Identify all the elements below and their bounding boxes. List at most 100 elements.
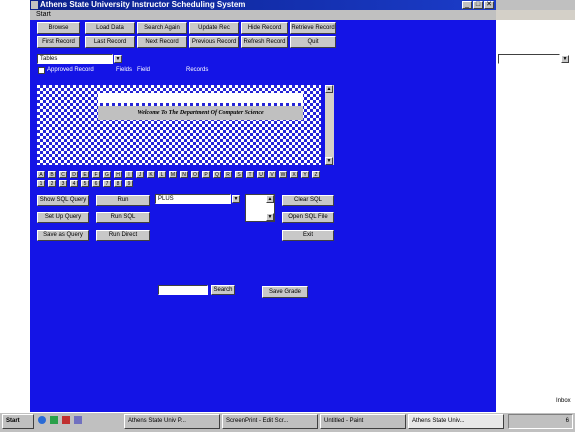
letter-button-l[interactable]: L xyxy=(158,171,166,178)
records-label: Records xyxy=(186,67,209,73)
menu-bar: Start xyxy=(30,10,496,20)
number-row: 123456789 xyxy=(37,180,337,188)
banner-welcome-text: Welcome To The Department Of Computer Sc… xyxy=(98,106,303,120)
letter-button-9[interactable]: 9 xyxy=(125,180,133,187)
next-record-button[interactable]: Next Record xyxy=(137,36,187,48)
browse-button[interactable]: Browse xyxy=(37,22,80,34)
approved-checkbox[interactable] xyxy=(38,67,45,74)
minimize-icon[interactable]: _ xyxy=(462,1,472,9)
set-up-query-button[interactable]: Set Up Query xyxy=(37,212,89,223)
fields-label: Fields xyxy=(116,67,133,73)
banner-scrollbar[interactable]: ▲ ▼ xyxy=(325,85,334,165)
letter-button-y[interactable]: Y xyxy=(301,171,309,178)
clear-sql-button[interactable]: Clear SQL xyxy=(282,195,334,206)
letter-button-6[interactable]: 6 xyxy=(92,180,100,187)
letter-button-d[interactable]: D xyxy=(70,171,78,178)
chevron-down-icon[interactable]: ▼ xyxy=(561,55,569,63)
letter-button-e[interactable]: E xyxy=(81,171,89,178)
maximize-icon[interactable]: □ xyxy=(473,1,483,9)
letter-button-x[interactable]: X xyxy=(290,171,298,178)
letter-button-o[interactable]: O xyxy=(191,171,199,178)
save-as-query-button[interactable]: Save as Query xyxy=(37,230,89,241)
letter-button-t[interactable]: T xyxy=(246,171,254,178)
refresh-record-button[interactable]: Refresh Record xyxy=(241,36,288,48)
retrieve-record-button[interactable]: Retrieve Record xyxy=(290,22,336,34)
background-address-field[interactable] xyxy=(498,54,560,64)
letter-button-5[interactable]: 5 xyxy=(81,180,89,187)
scroll-up-icon[interactable]: ▲ xyxy=(325,85,333,93)
scroll-down-icon[interactable]: ▼ xyxy=(325,157,333,165)
letter-button-k[interactable]: K xyxy=(147,171,155,178)
letter-button-1[interactable]: 1 xyxy=(37,180,45,187)
background-window: ▼ Inbox xyxy=(496,0,575,412)
quick-launch-icon[interactable] xyxy=(38,416,46,424)
letter-button-3[interactable]: 3 xyxy=(59,180,67,187)
letter-button-8[interactable]: 8 xyxy=(114,180,122,187)
run-sql-button[interactable]: Run SQL xyxy=(96,212,150,223)
fields-value: Field xyxy=(137,67,151,73)
letter-button-b[interactable]: B xyxy=(48,171,56,178)
scroll-up-icon[interactable]: ▲ xyxy=(266,195,274,203)
open-sql-file-button[interactable]: Open SQL File xyxy=(282,212,334,223)
right-panel-item[interactable]: Inbox xyxy=(556,398,574,410)
letter-button-4[interactable]: 4 xyxy=(70,180,78,187)
search-again-button[interactable]: Search Again xyxy=(137,22,187,34)
letter-button-z[interactable]: Z xyxy=(312,171,320,178)
hide-record-button[interactable]: Hide Record xyxy=(241,22,288,34)
quick-launch-icon[interactable] xyxy=(74,416,82,424)
first-record-button[interactable]: First Record xyxy=(37,36,80,48)
taskbar-item[interactable]: ScreenPrint - Edit Scr... xyxy=(222,414,318,429)
taskbar-item[interactable]: Untitled - Paint xyxy=(320,414,406,429)
load-data-button[interactable]: Load Data xyxy=(85,22,135,34)
letter-button-u[interactable]: U xyxy=(257,171,265,178)
taskbar-item[interactable]: Athens State Univ P... xyxy=(124,414,220,429)
quick-launch-icon[interactable] xyxy=(62,416,70,424)
letter-button-p[interactable]: P xyxy=(202,171,210,178)
letter-button-s[interactable]: S xyxy=(235,171,243,178)
scroll-down-icon[interactable]: ▼ xyxy=(266,213,274,221)
table-select[interactable]: Tables xyxy=(37,54,113,64)
letter-button-f[interactable]: F xyxy=(92,171,100,178)
app-icon xyxy=(31,1,38,9)
chevron-down-icon[interactable]: ▼ xyxy=(114,55,122,63)
run-button[interactable]: Run xyxy=(96,195,150,206)
taskbar-item-active[interactable]: Athens State Univ... xyxy=(408,414,504,429)
show-sql-query-button[interactable]: Show SQL Query xyxy=(37,195,89,206)
banner-strip xyxy=(98,93,303,103)
letter-button-a[interactable]: A xyxy=(37,171,45,178)
quit-button[interactable]: Quit xyxy=(290,36,336,48)
exit-button[interactable]: Exit xyxy=(282,230,334,241)
update-record-button[interactable]: Update Rec xyxy=(189,22,239,34)
previous-record-button[interactable]: Previous Record xyxy=(189,36,239,48)
letter-button-m[interactable]: M xyxy=(169,171,177,178)
letter-button-7[interactable]: 7 xyxy=(103,180,111,187)
letter-button-w[interactable]: W xyxy=(279,171,287,178)
letter-button-i[interactable]: I xyxy=(125,171,133,178)
search-input[interactable] xyxy=(158,285,208,295)
query-listbox[interactable]: ▲ ▼ xyxy=(245,194,275,222)
background-titlebar xyxy=(496,0,575,10)
search-go-button[interactable]: Search xyxy=(211,285,235,295)
letter-button-v[interactable]: V xyxy=(268,171,276,178)
last-record-button[interactable]: Last Record xyxy=(85,36,135,48)
alphabet-row: ABCDEFGHIJKLMNOPQRSTUVWXYZ xyxy=(37,171,337,179)
close-icon[interactable]: ✕ xyxy=(484,1,494,9)
letter-button-g[interactable]: G xyxy=(103,171,111,178)
menu-item-start[interactable]: Start xyxy=(36,11,51,18)
letter-button-2[interactable]: 2 xyxy=(48,180,56,187)
query-combo[interactable]: PLUS xyxy=(155,194,231,204)
approved-label: Approved Record xyxy=(47,67,94,73)
letter-button-h[interactable]: H xyxy=(114,171,122,178)
quick-launch-icon[interactable] xyxy=(50,416,58,424)
clock: 6 xyxy=(565,418,569,424)
letter-button-j[interactable]: J xyxy=(136,171,144,178)
start-button[interactable]: Start xyxy=(2,414,34,429)
letter-button-r[interactable]: R xyxy=(224,171,232,178)
letter-button-c[interactable]: C xyxy=(59,171,67,178)
letter-button-q[interactable]: Q xyxy=(213,171,221,178)
chevron-down-icon[interactable]: ▼ xyxy=(232,195,240,203)
run-direct-button[interactable]: Run Direct xyxy=(96,230,150,241)
letter-button-n[interactable]: N xyxy=(180,171,188,178)
save-grade-button[interactable]: Save Grade xyxy=(262,286,308,298)
system-tray: 6 xyxy=(508,414,573,429)
